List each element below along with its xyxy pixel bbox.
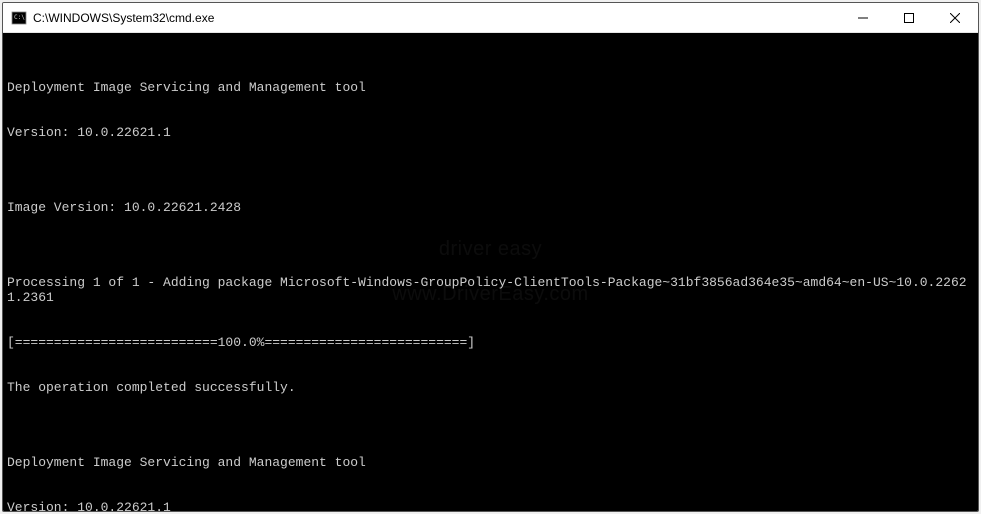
terminal-line: The operation completed successfully. bbox=[7, 380, 974, 395]
terminal-output[interactable]: driver easy www.DriverEasy.com Deploymen… bbox=[3, 33, 978, 511]
svg-text:C:\: C:\ bbox=[14, 14, 25, 21]
terminal-line: Processing 1 of 1 - Adding package Micro… bbox=[7, 275, 974, 305]
watermark: driver easy www.DriverEasy.com bbox=[392, 212, 588, 332]
minimize-button[interactable] bbox=[840, 3, 886, 32]
maximize-button[interactable] bbox=[886, 3, 932, 32]
close-button[interactable] bbox=[932, 3, 978, 32]
close-icon bbox=[950, 13, 960, 23]
window-title: C:\WINDOWS\System32\cmd.exe bbox=[33, 11, 214, 25]
terminal-line: Deployment Image Servicing and Managemen… bbox=[7, 80, 974, 95]
terminal-line: Version: 10.0.22621.1 bbox=[7, 125, 974, 140]
titlebar[interactable]: C:\ C:\WINDOWS\System32\cmd.exe bbox=[3, 3, 978, 33]
watermark-line1: driver easy bbox=[392, 242, 588, 257]
minimize-icon bbox=[858, 13, 868, 23]
titlebar-buttons bbox=[840, 3, 978, 32]
cmd-window: C:\ C:\WINDOWS\System32\cmd.exe bbox=[2, 2, 979, 512]
terminal-line: Image Version: 10.0.22621.2428 bbox=[7, 200, 974, 215]
terminal-line: Version: 10.0.22621.1 bbox=[7, 500, 974, 511]
terminal-line: Deployment Image Servicing and Managemen… bbox=[7, 455, 974, 470]
terminal-line: [==========================100.0%=======… bbox=[7, 335, 974, 350]
maximize-icon bbox=[904, 13, 914, 23]
cmd-icon: C:\ bbox=[11, 10, 27, 26]
